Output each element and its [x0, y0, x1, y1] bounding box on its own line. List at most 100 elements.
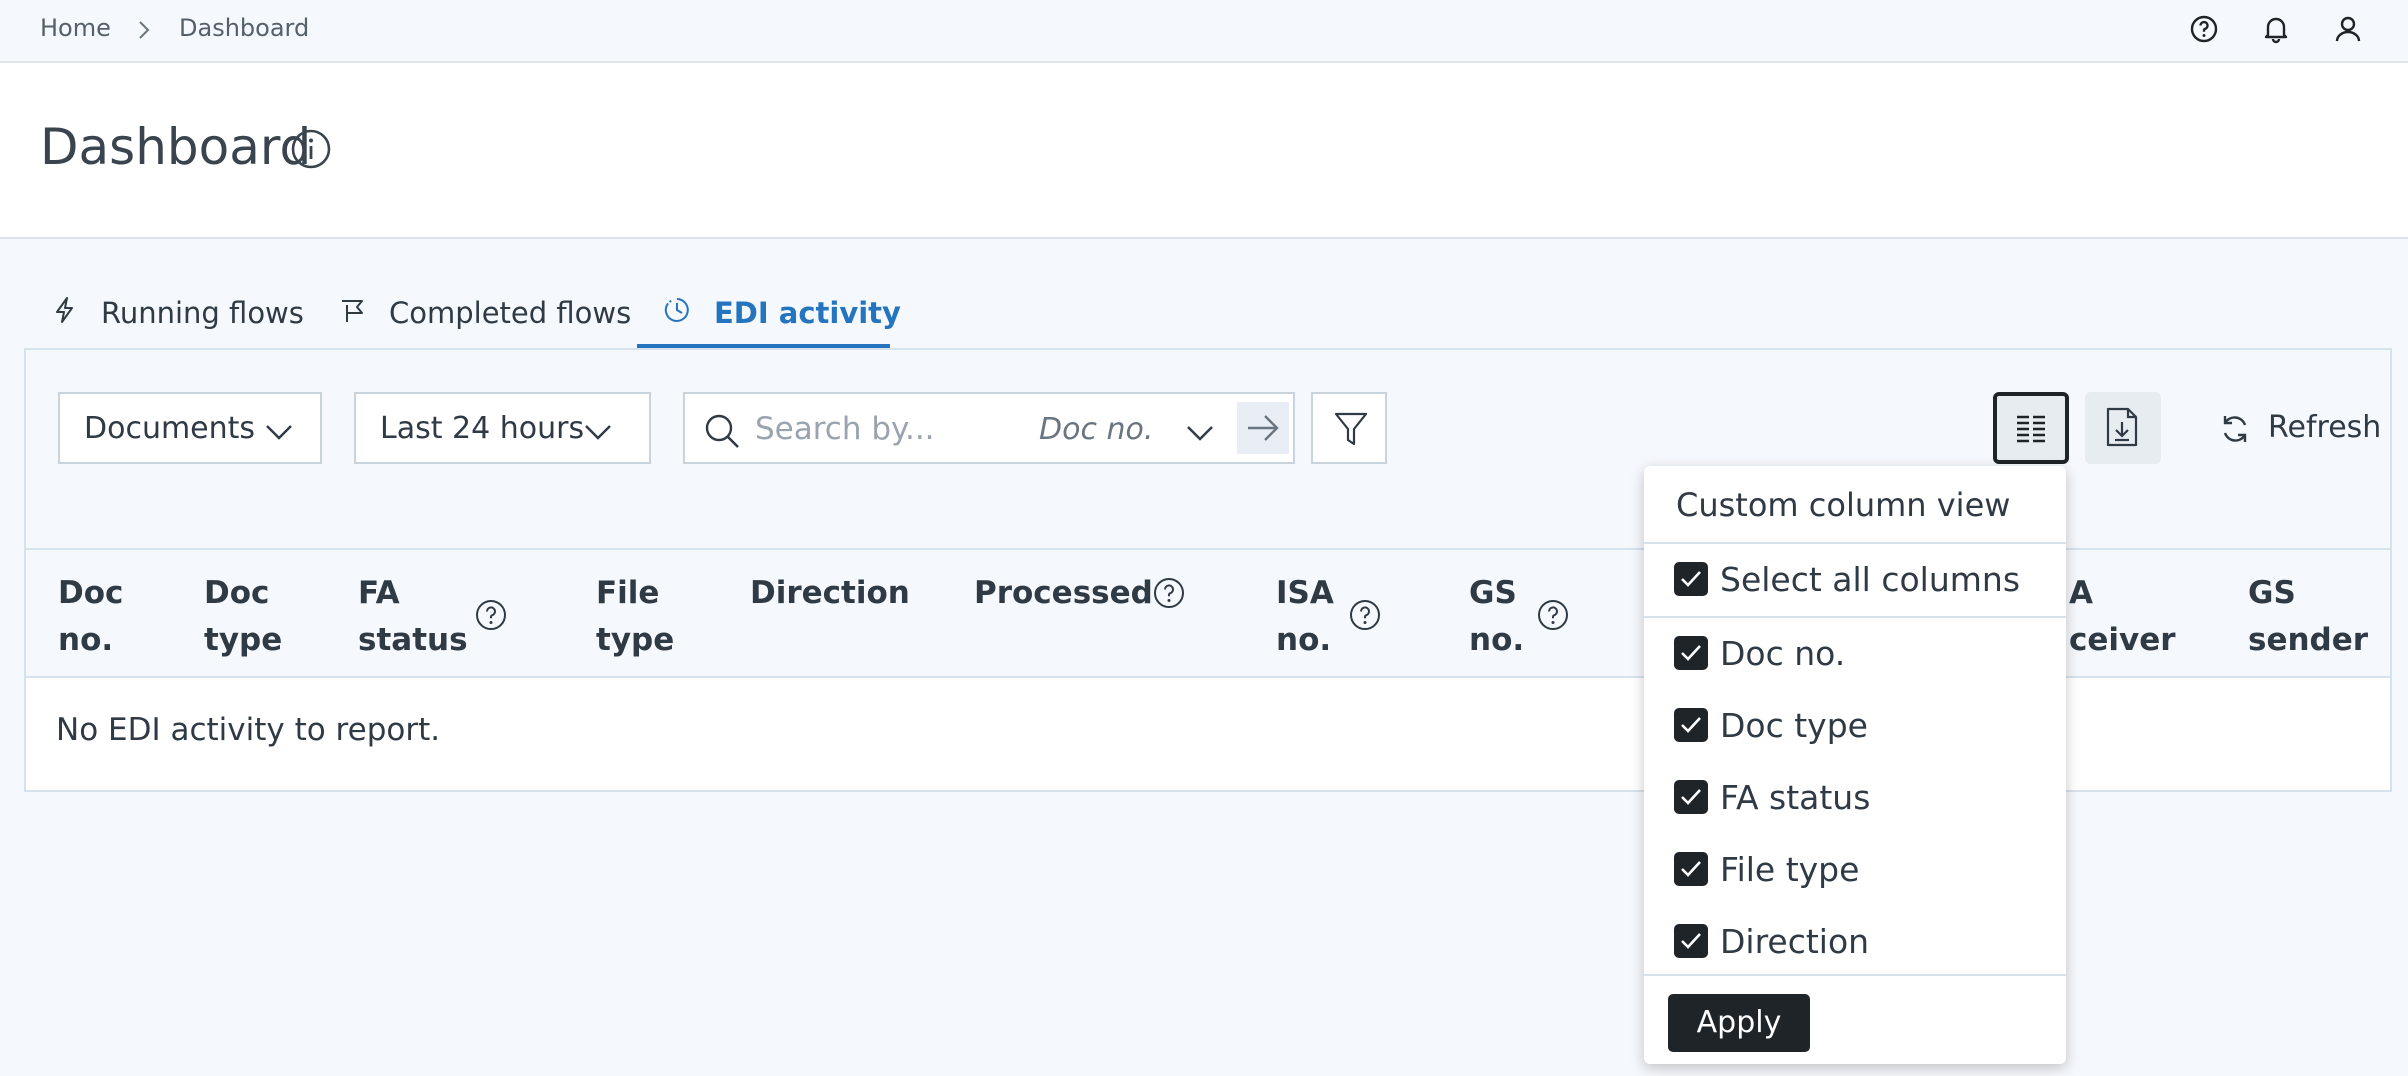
columns-icon: [2017, 415, 2045, 443]
header-line: Processed: [974, 575, 1153, 611]
column-header-doc-no[interactable]: Doc no.: [58, 570, 123, 664]
header-line: sender: [2248, 622, 2369, 658]
header-line: FA: [358, 575, 400, 611]
check-icon: [1681, 789, 1701, 805]
tab-label: Running flows: [101, 296, 304, 330]
search-input[interactable]: [755, 404, 1015, 454]
header-line: GS: [1469, 575, 1517, 611]
column-view-button[interactable]: [1993, 392, 2069, 464]
check-icon: [1681, 645, 1701, 661]
tab-running-flows[interactable]: Running flows: [50, 285, 304, 348]
header-line: no.: [58, 622, 114, 658]
user-icon[interactable]: [2331, 12, 2365, 46]
column-header-gs-receiver[interactable]: A ceiver: [2069, 570, 2176, 664]
checkbox-checked[interactable]: [1674, 852, 1708, 886]
column-option-doc-type[interactable]: Doc type: [1674, 702, 2034, 748]
breadcrumb-home[interactable]: Home: [40, 14, 111, 42]
help-icon[interactable]: [474, 598, 508, 632]
checkbox-checked[interactable]: [1674, 780, 1708, 814]
checkbox-checked[interactable]: [1674, 636, 1708, 670]
divider: [1644, 616, 2066, 618]
help-icon[interactable]: [1152, 576, 1186, 610]
column-header-fa-status[interactable]: FA status: [358, 570, 468, 664]
column-header-processed[interactable]: Processed: [974, 570, 1153, 617]
header-line: type: [596, 622, 675, 658]
header-line: GS: [2248, 575, 2296, 611]
checkbox-checked[interactable]: [1674, 562, 1708, 596]
header-line: A: [2069, 575, 2093, 611]
document-type-select[interactable]: Documents: [58, 392, 322, 464]
chevron-down-icon: [266, 425, 292, 440]
checkbox-label: Direction: [1720, 922, 1870, 961]
column-option-file-type[interactable]: File type: [1674, 846, 2034, 892]
bell-icon[interactable]: [2259, 12, 2293, 46]
flag-icon: [342, 300, 363, 322]
chevron-right-icon: [139, 21, 150, 39]
file-download-icon: [2106, 407, 2138, 447]
export-button[interactable]: [2085, 392, 2161, 464]
filter-icon: [1334, 412, 1368, 446]
search-submit-button[interactable]: [1237, 402, 1289, 454]
column-header-direction[interactable]: Direction: [750, 570, 910, 617]
check-icon: [1681, 933, 1701, 949]
checkbox-label: Doc type: [1720, 706, 1868, 745]
column-header-gs-sender[interactable]: GS sender: [2248, 570, 2368, 664]
refresh-icon: [2223, 416, 2247, 442]
column-header-file-type[interactable]: File type: [596, 570, 674, 664]
checkbox-label: File type: [1720, 850, 1860, 889]
check-icon: [1681, 861, 1701, 877]
search-icon: [705, 414, 739, 448]
tab-label: EDI activity: [714, 296, 901, 330]
header-line: File: [596, 575, 660, 611]
select-all-checkbox[interactable]: Select all columns: [1674, 556, 2034, 602]
arrow-right-icon: [1248, 415, 1279, 441]
help-icon[interactable]: [1536, 598, 1570, 632]
header-line: ceiver: [2069, 622, 2176, 658]
header-line: status: [358, 622, 468, 658]
pie-clock-icon: [664, 298, 689, 322]
page-title: Dashboard: [40, 118, 312, 176]
header-line: no.: [1469, 622, 1525, 658]
header-line: Direction: [750, 575, 910, 611]
tab-edi-activity[interactable]: EDI activity: [662, 285, 901, 348]
info-icon[interactable]: [290, 128, 332, 170]
checkbox-label: Doc no.: [1720, 634, 1846, 673]
column-header-doc-type[interactable]: Doc type: [204, 570, 282, 664]
lightning-icon: [56, 297, 73, 323]
chevron-down-icon: [585, 425, 611, 440]
page-header: Dashboard: [0, 63, 2408, 239]
help-icon[interactable]: [2187, 12, 2221, 46]
checkbox-checked[interactable]: [1674, 924, 1708, 958]
checkbox-label: Select all columns: [1720, 560, 2021, 599]
apply-button[interactable]: Apply: [1668, 994, 1810, 1052]
column-header-isa-no[interactable]: ISA no.: [1276, 570, 1334, 664]
refresh-button[interactable]: Refresh: [2218, 392, 2398, 464]
header-line: ISA: [1276, 575, 1334, 611]
check-icon: [1681, 717, 1701, 733]
top-bar: Home Dashboard: [0, 0, 2408, 63]
tab-completed-flows[interactable]: Completed flows: [338, 285, 631, 348]
column-option-direction[interactable]: Direction: [1674, 918, 2034, 964]
column-option-doc-no[interactable]: Doc no.: [1674, 630, 2034, 676]
search-scope-value[interactable]: Doc no.: [1039, 412, 1153, 447]
checkbox-label: FA status: [1720, 778, 1871, 817]
select-value: Last 24 hours: [380, 411, 585, 446]
help-icon[interactable]: [1348, 598, 1382, 632]
refresh-label: Refresh: [2268, 410, 2382, 445]
time-range-select[interactable]: Last 24 hours: [354, 392, 651, 464]
check-icon: [1681, 571, 1701, 587]
header-line: Doc: [204, 575, 270, 611]
breadcrumb-current: Dashboard: [179, 14, 310, 42]
filter-button[interactable]: [1311, 392, 1387, 464]
header-line: no.: [1276, 622, 1332, 658]
search-box: Doc no.: [683, 392, 1295, 464]
header-line: type: [204, 622, 283, 658]
column-header-gs-no[interactable]: GS no.: [1469, 570, 1524, 664]
header-line: Doc: [58, 575, 124, 611]
select-value: Documents: [84, 411, 256, 446]
divider: [1644, 542, 2066, 544]
chevron-down-icon[interactable]: [1185, 422, 1215, 444]
checkbox-checked[interactable]: [1674, 708, 1708, 742]
tab-label: Completed flows: [389, 296, 632, 330]
column-option-fa-status[interactable]: FA status: [1674, 774, 2034, 820]
